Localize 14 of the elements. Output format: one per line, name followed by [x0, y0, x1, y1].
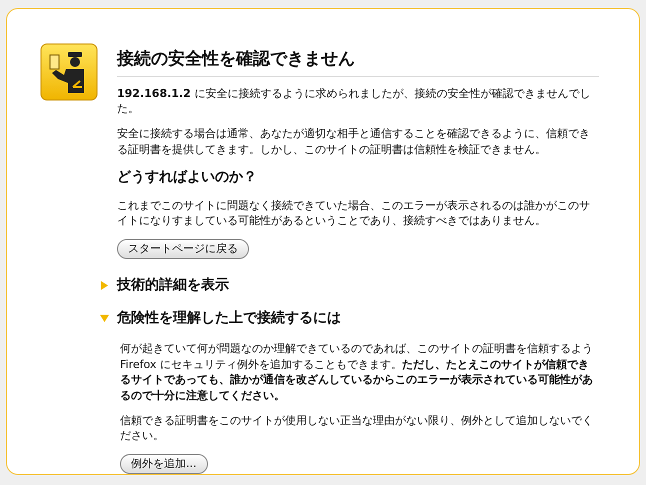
- expander-toggle[interactable]: 技術的詳細を表示: [100, 275, 599, 296]
- paragraph: 192.168.1.2 に安全に接続するように求められましたが、接続の安全性が確認できませんでした。: [117, 86, 592, 116]
- triangle-down-icon: [100, 314, 109, 324]
- paragraph: 安全に接続する場合は通常、あなたが適切な相手と通信することを確認できるように、信頼できる証明書を提供してきます。しかし、このサイトの証明書は信頼性を検証できません。: [117, 126, 591, 158]
- back-button[interactable]: スタートページに戻る: [117, 238, 249, 260]
- paragraph: 何が起きていて何が問題なのか理解できているのであれば、このサイトの証明書を信頼するよう Firefox にセキュリティ例外を追加することもできます。ただし、たとえこのサイトが信頼できるサイトであっても、誰かが通信を改ざんしているからこのエラーが表示されている可能性があるので十分に注意してください。: [120, 341, 594, 403]
- page-title: 接続の安全性を確認できません: [117, 47, 599, 76]
- section-heading: どうすればよいのか？: [117, 168, 258, 188]
- paragraph: これまでこのサイトに問題なく接続できていた場合、このエラーが表示されるのは誰かがこのサイトになりすましている可能性があるということであり、接続すべきではありません。: [117, 198, 591, 229]
- warning-officer-icon: [40, 43, 98, 101]
- paragraph: 信頼できる証明書をこのサイトが使用しない正当な理由がない限り、例外として追加しないでください。: [120, 412, 594, 444]
- expander-toggle[interactable]: 危険性を理解した上で接続するには: [100, 308, 599, 330]
- triangle-right-icon: [100, 281, 109, 290]
- add-exception-button[interactable]: 例外を追加...: [120, 454, 208, 474]
